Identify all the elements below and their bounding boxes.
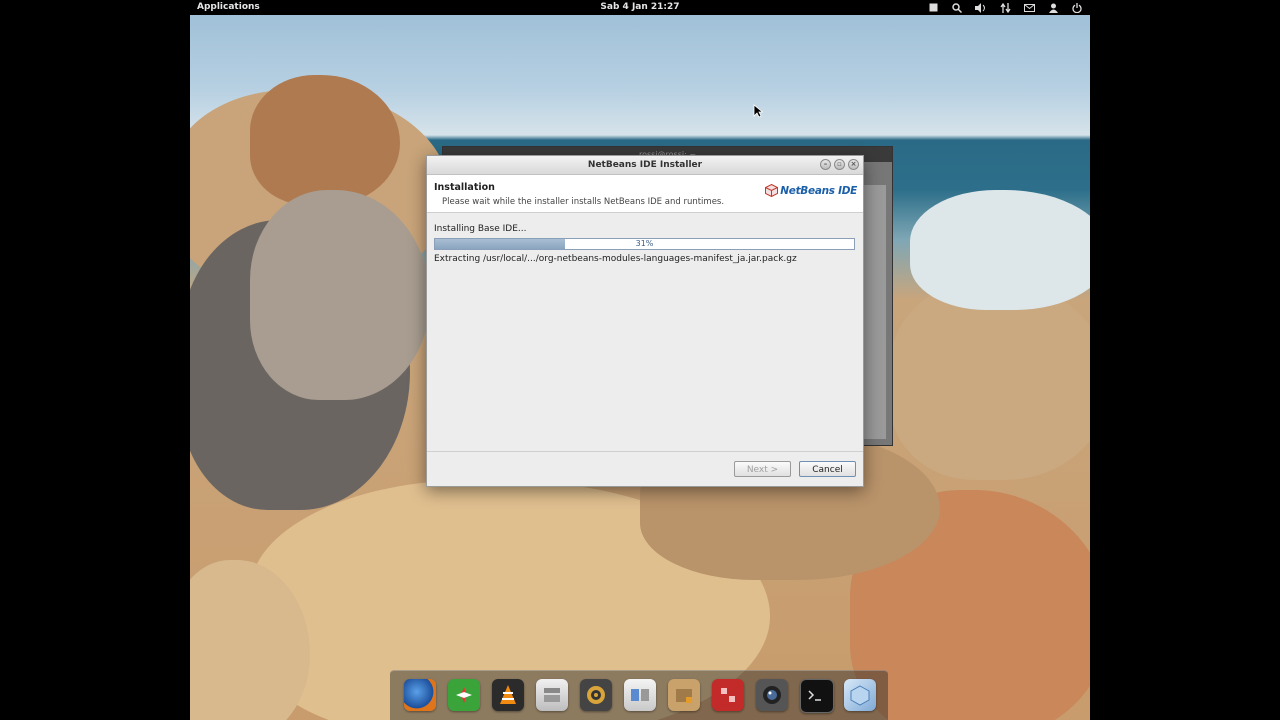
applications-menu[interactable]: Applications (197, 0, 260, 15)
header-title: Installation (434, 182, 495, 193)
volume-icon[interactable] (974, 0, 988, 15)
app-center-icon[interactable] (712, 679, 744, 711)
power-icon[interactable] (1070, 0, 1084, 15)
footer-divider (427, 451, 863, 452)
mouse-pointer-icon (753, 104, 763, 118)
header-description: Please wait while the installer installs… (442, 197, 725, 207)
wallpaper-rock (910, 190, 1090, 310)
progress-bar: 31% (434, 238, 855, 250)
maximize-icon[interactable]: ▫ (834, 159, 845, 170)
installer-title: NetBeans IDE Installer (587, 160, 703, 170)
wallpaper-rock (250, 75, 400, 205)
search-icon[interactable] (950, 0, 964, 15)
file-manager-icon[interactable] (536, 679, 568, 711)
vlc-icon[interactable] (492, 679, 524, 711)
installer-titlebar[interactable]: NetBeans IDE Installer – ▫ × (427, 156, 863, 175)
installer-header: Installation Please wait while the insta… (427, 175, 863, 213)
install-detail: Extracting /usr/local/.../org-netbeans-m… (434, 254, 797, 264)
desktop: Applications Sab 4 Jan 21:27 NetBeans ID… (190, 0, 1090, 720)
firefox-icon[interactable] (404, 679, 436, 711)
virtualbox-icon[interactable] (844, 679, 876, 711)
dock (390, 670, 888, 720)
window-icon[interactable] (926, 0, 940, 15)
top-panel: Applications Sab 4 Jan 21:27 (190, 0, 1090, 15)
archive-manager-icon[interactable] (668, 679, 700, 711)
window-controls: – ▫ × (820, 159, 859, 170)
install-status: Installing Base IDE... (434, 224, 527, 234)
mail-icon[interactable] (1022, 0, 1036, 15)
logo-text: NetBeans IDE (780, 184, 857, 197)
netbeans-cube-icon (765, 184, 779, 197)
cancel-button[interactable]: Cancel (799, 461, 856, 477)
system-settings-icon[interactable] (624, 679, 656, 711)
compass-icon[interactable] (448, 679, 480, 711)
music-player-icon[interactable] (580, 679, 612, 711)
network-icon[interactable] (998, 0, 1012, 15)
indicator-area (926, 0, 1084, 15)
close-icon[interactable]: × (848, 159, 859, 170)
next-button[interactable]: Next > (734, 461, 791, 477)
user-icon[interactable] (1046, 0, 1060, 15)
minimize-icon[interactable]: – (820, 159, 831, 170)
camera-icon[interactable] (756, 679, 788, 711)
netbeans-logo: NetBeans IDE (765, 184, 857, 197)
installer-dialog: NetBeans IDE Installer – ▫ × Installatio… (426, 155, 864, 487)
terminal-icon[interactable] (800, 679, 834, 713)
progress-percent: 31% (635, 239, 654, 248)
wallpaper-rock (890, 280, 1090, 480)
